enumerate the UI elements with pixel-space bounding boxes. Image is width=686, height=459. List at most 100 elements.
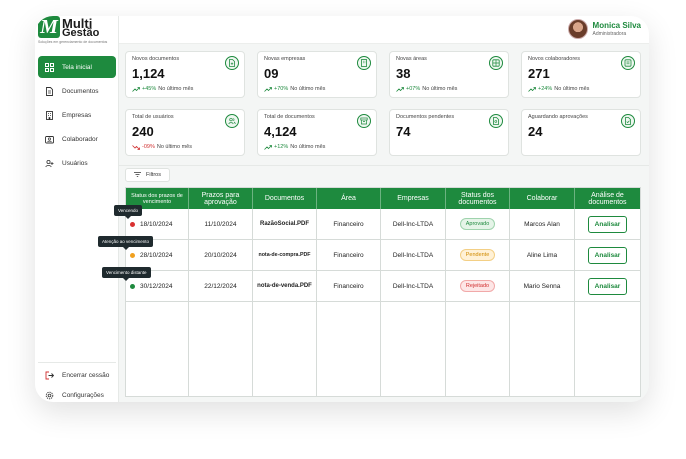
stat-card-novos-colaboradores[interactable]: Novos colaboradores 271 +24% No último m… xyxy=(521,51,641,98)
status-cell: Aprovado xyxy=(446,209,510,239)
building-icon xyxy=(357,56,371,70)
action-cell: Analisar xyxy=(575,209,640,239)
table-row[interactable]: 30/12/2024 22/12/2024 nota-de-venda.PDF … xyxy=(126,271,640,302)
analyze-button[interactable]: Analisar xyxy=(587,246,628,264)
column-header[interactable]: Documentos xyxy=(253,188,317,209)
action-cell: Analisar xyxy=(575,271,640,301)
sidebar-item-label: Usuários xyxy=(62,159,88,167)
trend-up-icon xyxy=(528,86,536,92)
table-row[interactable]: 28/10/2024 20/10/2024 nota-de-compra.PDF… xyxy=(126,240,640,271)
approval-date: 20/10/2024 xyxy=(189,240,253,270)
trend-value: +70% xyxy=(274,86,289,92)
stat-card-novas-empresas[interactable]: Novas empresas 09 +70% No último mês xyxy=(257,51,377,98)
document-name[interactable]: RazãoSocial.PDF xyxy=(253,209,317,239)
area: Financeiro xyxy=(317,240,381,270)
sidebar-item-documentos[interactable]: Documentos xyxy=(38,80,116,102)
area: Financeiro xyxy=(317,271,381,301)
filters-label: Filtros xyxy=(146,172,161,178)
trend-period: No último mês xyxy=(290,86,326,92)
brand-logo: M Multi Gestão Soluções em gerenciamento… xyxy=(38,16,116,48)
stat-card-documentos-pendentes[interactable]: Documentos pendentes 74 xyxy=(389,109,509,156)
status-dot-overdue[interactable] xyxy=(130,221,135,227)
document-name[interactable]: nota-de-venda.PDF xyxy=(253,271,317,301)
document-name[interactable]: nota-de-compra.PDF xyxy=(253,240,317,270)
card-trend: +24% No último mês xyxy=(528,86,589,92)
trend-value: +45% xyxy=(142,86,157,92)
column-header[interactable]: Prazos para aprovação xyxy=(189,188,253,209)
card-title: Novos documentos xyxy=(132,56,180,62)
analyze-button[interactable]: Analisar xyxy=(587,277,628,295)
sidebar: M Multi Gestão Soluções em gerenciamento… xyxy=(35,16,119,402)
card-value: 1,124 xyxy=(132,66,165,81)
card-trend: +45% No último mês xyxy=(132,86,193,92)
tooltip-vencendo: Vencendo xyxy=(114,205,143,219)
settings-button[interactable]: Configurações xyxy=(38,386,116,402)
column-header[interactable]: Análise de documentos xyxy=(575,188,640,209)
logout-button[interactable]: Encerrar cessão xyxy=(38,366,116,384)
user-add-icon xyxy=(45,159,54,168)
card-title: Documentos pendentes xyxy=(396,114,455,120)
card-value: 74 xyxy=(396,124,411,139)
card-title: Novos colaboradores xyxy=(528,56,580,62)
tooltip-atencao-vencimento: Atenção ao vencimento xyxy=(98,236,154,250)
card-title: Novas áreas xyxy=(396,56,427,62)
logout-label: Encerrar cessão xyxy=(62,371,110,379)
logo-mark: M xyxy=(38,16,60,38)
building-icon xyxy=(45,110,54,120)
status-badge: Pendente xyxy=(459,249,496,261)
column-header[interactable]: Colaborar xyxy=(510,188,575,209)
sidebar-item-label: Tela inicial xyxy=(62,63,92,71)
sidebar-item-colaborador[interactable]: Colaborador xyxy=(38,128,116,150)
logo-name-line2: Gestão xyxy=(62,27,100,39)
stat-card-aguardando-aprovacoes[interactable]: Aguardando aprovações 24 xyxy=(521,109,641,156)
stat-card-novas-areas[interactable]: Novas áreas 38 +07% No último mês xyxy=(389,51,509,98)
stat-card-novos-documentos[interactable]: Novos documentos 1,124 +45% No último mê… xyxy=(125,51,245,98)
trend-down-icon xyxy=(132,144,140,150)
logout-icon xyxy=(45,371,54,380)
card-value: 24 xyxy=(528,124,543,139)
card-trend: +12% No último mês xyxy=(264,144,325,150)
table-row[interactable]: 18/10/2024 11/10/2024 RazãoSocial.PDF Fi… xyxy=(126,209,640,240)
user-name: Monica Silva xyxy=(592,21,641,30)
collaborator: Mario Senna xyxy=(510,271,575,301)
column-header[interactable]: Empresas xyxy=(381,188,446,209)
column-header[interactable]: Área xyxy=(317,188,381,209)
trend-period: No último mês xyxy=(158,86,194,92)
company: Dell-Inc-LTDA xyxy=(381,240,446,270)
trend-period: No último mês xyxy=(156,144,192,150)
table-header: Status dos prazos de vencimento Prazos p… xyxy=(126,188,640,209)
card-title: Novas empresas xyxy=(264,56,306,62)
status-dot-warning[interactable] xyxy=(130,252,135,258)
stat-card-total-usuarios[interactable]: Total de usuários 240 -09% No último mês xyxy=(125,109,245,156)
grid-icon xyxy=(489,56,503,70)
card-title: Total de usuários xyxy=(132,114,174,120)
company: Dell-Inc-LTDA xyxy=(381,209,446,239)
card-value: 271 xyxy=(528,66,550,81)
analyze-button[interactable]: Analisar xyxy=(587,215,628,233)
card-value: 4,124 xyxy=(264,124,297,139)
sidebar-bottom: Encerrar cessão Configurações xyxy=(38,362,116,402)
user-role: Administradora xyxy=(592,31,627,37)
status-badge: Rejeitado xyxy=(459,280,496,292)
column-header[interactable]: Status dos documentos xyxy=(446,188,510,209)
id-card-icon xyxy=(45,135,54,144)
area: Financeiro xyxy=(317,209,381,239)
filters-button[interactable]: Filtros xyxy=(125,168,170,182)
status-cell: Pendente xyxy=(446,240,510,270)
collaborator: Marcos Alan xyxy=(510,209,575,239)
sidebar-item-empresas[interactable]: Empresas xyxy=(38,104,116,126)
status-dot-ok[interactable] xyxy=(130,283,135,289)
trend-up-icon xyxy=(396,86,404,92)
settings-label: Configurações xyxy=(62,391,104,399)
user-profile[interactable]: Monica Silva Administradora xyxy=(567,16,641,42)
sidebar-item-usuarios[interactable]: Usuários xyxy=(38,152,116,174)
trend-value: +07% xyxy=(406,86,421,92)
sidebar-item-label: Documentos xyxy=(62,87,99,95)
sidebar-item-tela-inicial[interactable]: Tela inicial xyxy=(38,56,116,78)
documents-table: Status dos prazos de vencimento Prazos p… xyxy=(125,187,641,397)
avatar[interactable] xyxy=(567,19,588,39)
trend-up-icon xyxy=(132,86,140,92)
action-cell: Analisar xyxy=(575,240,640,270)
stat-card-total-documentos[interactable]: Total de documentos 4,124 +12% No último… xyxy=(257,109,377,156)
card-title: Total de documentos xyxy=(264,114,315,120)
